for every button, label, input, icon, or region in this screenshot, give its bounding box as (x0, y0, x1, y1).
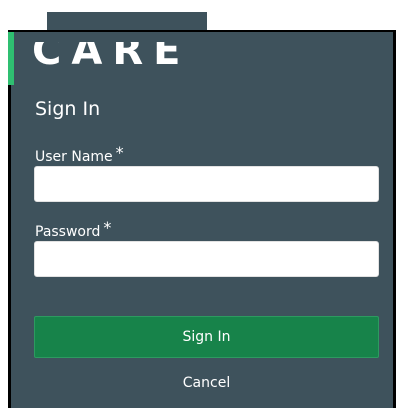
logo: CAREER (32, 42, 182, 82)
dialog-top-strip (47, 12, 207, 31)
password-field[interactable] (34, 241, 379, 277)
required-marker: * (115, 143, 124, 162)
accent-bar (8, 32, 14, 85)
sign-in-button[interactable]: Sign In (34, 316, 379, 358)
page-title: Sign In (35, 98, 101, 120)
cancel-link[interactable]: Cancel (34, 375, 379, 391)
username-label: User Name * (35, 143, 124, 165)
required-marker: * (103, 218, 112, 237)
password-label-text: Password (35, 224, 101, 240)
password-label: Password * (35, 218, 111, 240)
sign-in-dialog: CAREER Sign In User Name* Password* Sign… (0, 0, 399, 408)
username-label-text: User Name (35, 149, 113, 165)
sign-in-button-label: Sign In (182, 329, 231, 345)
username-field[interactable] (34, 166, 379, 202)
logo-text: CAREER (32, 42, 182, 74)
